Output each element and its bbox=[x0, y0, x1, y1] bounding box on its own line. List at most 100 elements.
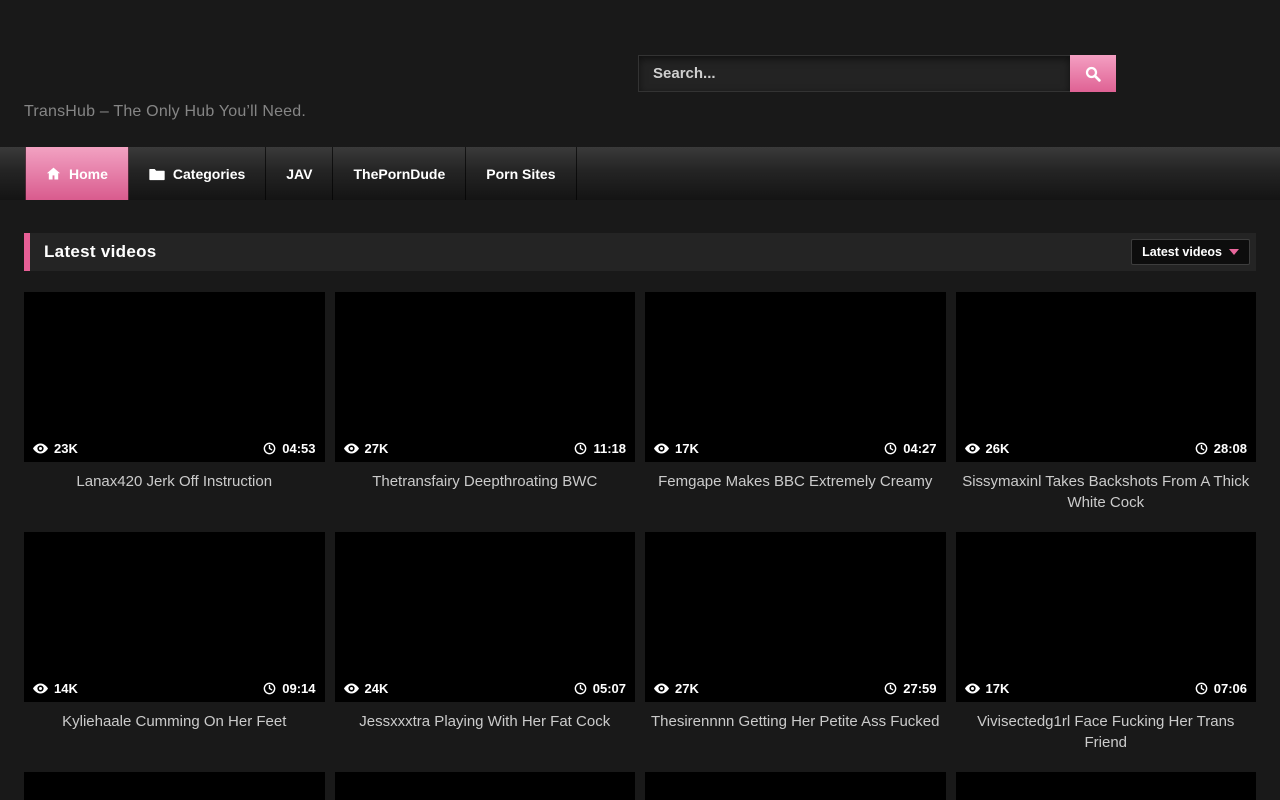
video-duration: 04:27 bbox=[903, 441, 936, 456]
clock-icon bbox=[1195, 442, 1208, 455]
video-duration: 04:53 bbox=[282, 441, 315, 456]
search-bar bbox=[638, 55, 1116, 92]
video-thumbnail[interactable]: 17K 04:27 bbox=[645, 292, 946, 462]
site-tagline: TransHub – The Only Hub You’ll Need. bbox=[24, 103, 306, 121]
views-group: 17K bbox=[965, 681, 1010, 696]
nav-tab-jav[interactable]: JAV bbox=[266, 147, 333, 200]
duration-group: 11:18 bbox=[574, 441, 626, 456]
video-card[interactable]: 14K 09:14 Kyliehaale Cumming On Her Feet bbox=[24, 532, 325, 772]
clock-icon bbox=[574, 442, 587, 455]
clock-icon bbox=[1195, 682, 1208, 695]
eye-icon bbox=[654, 443, 669, 454]
video-duration: 27:59 bbox=[903, 681, 936, 696]
video-title[interactable]: Thetransfairy Deepthroating BWC bbox=[335, 462, 636, 532]
duration-group: 04:53 bbox=[263, 441, 315, 456]
video-thumbnail[interactable] bbox=[645, 772, 946, 800]
nav-tab-label: ThePornDude bbox=[353, 166, 445, 182]
duration-group: 04:27 bbox=[884, 441, 936, 456]
video-title[interactable]: Femgape Makes BBC Extremely Creamy bbox=[645, 462, 946, 532]
video-card[interactable]: 17K 04:27 Femgape Makes BBC Extremely Cr… bbox=[645, 292, 946, 532]
main-navigation: Home Categories JAV ThePornDude Porn Sit… bbox=[0, 147, 1280, 200]
video-thumbnail[interactable] bbox=[24, 772, 325, 800]
video-card[interactable]: 26K 28:08 Sissymaxinl Takes Backshots Fr… bbox=[956, 292, 1257, 532]
view-count: 27K bbox=[365, 441, 389, 456]
nav-tab-label: Home bbox=[69, 166, 108, 182]
views-group: 24K bbox=[344, 681, 389, 696]
video-title[interactable]: Lanax420 Jerk Off Instruction bbox=[24, 462, 325, 532]
home-icon bbox=[46, 166, 61, 181]
video-meta-bar: 17K 07:06 bbox=[956, 674, 1257, 702]
duration-group: 05:07 bbox=[574, 681, 626, 696]
search-icon bbox=[1084, 65, 1102, 83]
video-thumbnail[interactable]: 24K 05:07 bbox=[335, 532, 636, 702]
nav-tab-porn-sites[interactable]: Porn Sites bbox=[466, 147, 576, 200]
duration-group: 09:14 bbox=[263, 681, 315, 696]
video-thumbnail[interactable] bbox=[956, 772, 1257, 800]
video-duration: 28:08 bbox=[1214, 441, 1247, 456]
duration-group: 27:59 bbox=[884, 681, 936, 696]
duration-group: 07:06 bbox=[1195, 681, 1247, 696]
chevron-down-icon bbox=[1229, 249, 1239, 255]
clock-icon bbox=[263, 682, 276, 695]
views-group: 17K bbox=[654, 441, 699, 456]
search-input[interactable] bbox=[638, 55, 1070, 92]
video-duration: 07:06 bbox=[1214, 681, 1247, 696]
sort-dropdown-label: Latest videos bbox=[1142, 245, 1222, 259]
nav-tab-theporndude[interactable]: ThePornDude bbox=[333, 147, 466, 200]
video-card-partial[interactable] bbox=[335, 772, 636, 800]
video-title[interactable]: Thesirennnn Getting Her Petite Ass Fucke… bbox=[645, 702, 946, 772]
views-group: 27K bbox=[344, 441, 389, 456]
view-count: 24K bbox=[365, 681, 389, 696]
site-header: TransHub – The Only Hub You’ll Need. bbox=[0, 0, 1280, 147]
video-meta-bar: 23K 04:53 bbox=[24, 434, 325, 462]
video-thumbnail[interactable] bbox=[335, 772, 636, 800]
eye-icon bbox=[33, 443, 48, 454]
nav-tab-label: JAV bbox=[286, 166, 312, 182]
views-group: 23K bbox=[33, 441, 78, 456]
video-thumbnail[interactable]: 27K 27:59 bbox=[645, 532, 946, 702]
video-card[interactable]: 17K 07:06 Vivisectedg1rl Face Fucking He… bbox=[956, 532, 1257, 772]
main-content: Latest videos Latest videos 23K bbox=[0, 233, 1280, 800]
video-thumbnail[interactable]: 27K 11:18 bbox=[335, 292, 636, 462]
views-group: 14K bbox=[33, 681, 78, 696]
clock-icon bbox=[884, 442, 897, 455]
video-thumbnail[interactable]: 23K 04:53 bbox=[24, 292, 325, 462]
video-thumbnail[interactable]: 26K 28:08 bbox=[956, 292, 1257, 462]
nav-tab-label: Porn Sites bbox=[486, 166, 555, 182]
video-thumbnail[interactable]: 14K 09:14 bbox=[24, 532, 325, 702]
eye-icon bbox=[965, 683, 980, 694]
eye-icon bbox=[344, 443, 359, 454]
nav-tab-home[interactable]: Home bbox=[25, 147, 129, 200]
video-card-partial[interactable] bbox=[24, 772, 325, 800]
video-duration: 11:18 bbox=[593, 441, 626, 456]
video-duration: 09:14 bbox=[282, 681, 315, 696]
video-card[interactable]: 23K 04:53 Lanax420 Jerk Off Instruction bbox=[24, 292, 325, 532]
video-card[interactable]: 27K 11:18 Thetransfairy Deepthroating BW… bbox=[335, 292, 636, 532]
video-card-partial[interactable] bbox=[956, 772, 1257, 800]
view-count: 14K bbox=[54, 681, 78, 696]
eye-icon bbox=[344, 683, 359, 694]
clock-icon bbox=[574, 682, 587, 695]
video-title[interactable]: Vivisectedg1rl Face Fucking Her Trans Fr… bbox=[956, 702, 1257, 772]
view-count: 17K bbox=[675, 441, 699, 456]
section-header: Latest videos Latest videos bbox=[24, 233, 1256, 271]
view-count: 17K bbox=[986, 681, 1010, 696]
video-duration: 05:07 bbox=[593, 681, 626, 696]
video-title[interactable]: Kyliehaale Cumming On Her Feet bbox=[24, 702, 325, 772]
nav-tab-categories[interactable]: Categories bbox=[129, 147, 266, 200]
video-card[interactable]: 24K 05:07 Jessxxxtra Playing With Her Fa… bbox=[335, 532, 636, 772]
eye-icon bbox=[33, 683, 48, 694]
video-card[interactable]: 27K 27:59 Thesirennnn Getting Her Petite… bbox=[645, 532, 946, 772]
view-count: 23K bbox=[54, 441, 78, 456]
duration-group: 28:08 bbox=[1195, 441, 1247, 456]
video-thumbnail[interactable]: 17K 07:06 bbox=[956, 532, 1257, 702]
video-meta-bar: 24K 05:07 bbox=[335, 674, 636, 702]
video-meta-bar: 27K 27:59 bbox=[645, 674, 946, 702]
video-card-partial[interactable] bbox=[645, 772, 946, 800]
video-meta-bar: 27K 11:18 bbox=[335, 434, 636, 462]
video-title[interactable]: Jessxxxtra Playing With Her Fat Cock bbox=[335, 702, 636, 772]
video-meta-bar: 26K 28:08 bbox=[956, 434, 1257, 462]
video-title[interactable]: Sissymaxinl Takes Backshots From A Thick… bbox=[956, 462, 1257, 532]
search-button[interactable] bbox=[1070, 55, 1116, 92]
sort-dropdown[interactable]: Latest videos bbox=[1131, 239, 1250, 265]
